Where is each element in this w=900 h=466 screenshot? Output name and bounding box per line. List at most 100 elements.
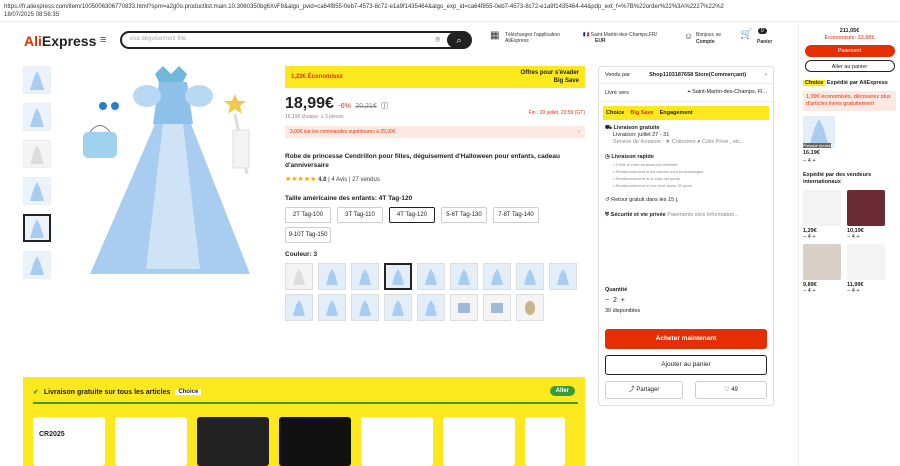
- plus-button[interactable]: +: [856, 234, 859, 240]
- cart-item-qty[interactable]: 4: [852, 234, 855, 240]
- plus-button[interactable]: +: [812, 158, 815, 164]
- menu-icon[interactable]: ≡: [100, 34, 106, 46]
- wishlist-button[interactable]: ♡ 49: [695, 381, 767, 399]
- chevron-right-icon: ›: [765, 72, 767, 78]
- color-swatch[interactable]: [318, 294, 346, 321]
- color-swatch[interactable]: [285, 294, 313, 321]
- thumbnail[interactable]: [23, 140, 51, 168]
- size-option[interactable]: 2T Tag-100: [285, 207, 331, 223]
- cart-item[interactable]: 1,29€ − 4 +: [803, 190, 841, 240]
- product-tile[interactable]: [197, 417, 269, 466]
- cart-item[interactable]: 11,99€ − 4 +: [847, 244, 885, 294]
- add-to-cart-button[interactable]: Ajouter au panier: [605, 355, 767, 375]
- free-shipping-banner: ✔ Livraison gratuite sur tous les articl…: [23, 377, 585, 466]
- thumbnail-list: [23, 66, 53, 288]
- minus-button[interactable]: −: [803, 158, 806, 164]
- cart-item-qty[interactable]: 4: [852, 288, 855, 294]
- search-button[interactable]: ⌕: [447, 32, 471, 48]
- size-option[interactable]: 3T Tag-110: [337, 207, 383, 223]
- return-section[interactable]: ↺ Retour gratuit dans les 15 j.: [599, 192, 773, 207]
- quantity-value[interactable]: 2: [613, 297, 617, 304]
- cart-item[interactable]: Presque épuisé: [803, 116, 835, 148]
- delivery-service: Service de livraison : ★ Colissimo ● Col…: [613, 139, 742, 145]
- plus-button[interactable]: +: [621, 297, 625, 304]
- buy-now-button[interactable]: Acheter maintenant: [605, 329, 767, 349]
- coupon-banner[interactable]: 3,00€ sur les commandes supérieures à 29…: [285, 126, 585, 138]
- minus-button[interactable]: −: [605, 297, 609, 304]
- rating-row[interactable]: ★★★★★ 4.8 | 4 Avis | 27 vendus: [285, 175, 585, 183]
- plus-button[interactable]: +: [812, 288, 815, 294]
- aliexpress-logo[interactable]: AliExpress: [24, 33, 96, 49]
- thumbnail[interactable]: [23, 103, 51, 131]
- cart-item-qty[interactable]: 4: [808, 234, 811, 240]
- share-icon: ⤴: [628, 387, 635, 393]
- minus-button[interactable]: −: [847, 288, 850, 294]
- color-swatch[interactable]: [285, 263, 313, 290]
- color-swatch-selected[interactable]: [384, 263, 412, 290]
- color-swatch[interactable]: [483, 263, 511, 290]
- product-tile[interactable]: [279, 417, 351, 466]
- camera-search-icon[interactable]: ⌾: [435, 35, 440, 45]
- color-swatch[interactable]: [351, 294, 379, 321]
- ship-to-selector[interactable]: 🇫🇷 Saint-Martin-des-Champs,FR/ EUR: [583, 32, 678, 44]
- thumbnail[interactable]: [23, 177, 51, 205]
- size-option-selected[interactable]: 4T Tag-120: [389, 207, 435, 223]
- size-option[interactable]: 9-10T Tag-150: [285, 227, 331, 243]
- flag-fr-icon: 🇫🇷: [583, 32, 590, 38]
- search-input[interactable]: eva déguisement fille ⌾ ⌕: [120, 31, 472, 49]
- free-shipping-section[interactable]: ⛟ Livraison gratuite Livraison: juillet …: [599, 120, 773, 149]
- info-icon[interactable]: ⓘ: [381, 103, 388, 110]
- payment-button[interactable]: Paiement: [804, 45, 895, 57]
- security-title: Sécurité et vie privée: [610, 212, 666, 218]
- security-section[interactable]: ⛨ Sécurité et vie privée Paiements sûrs …: [599, 207, 773, 222]
- product-tile[interactable]: [525, 417, 565, 466]
- color-swatch[interactable]: [450, 294, 478, 321]
- thumbnail[interactable]: [23, 66, 51, 94]
- product-tile[interactable]: [115, 417, 187, 466]
- size-option[interactable]: 5-6T Tag-130: [441, 207, 487, 223]
- color-swatch[interactable]: [450, 263, 478, 290]
- cart-item-price: 16,19€: [803, 150, 820, 156]
- fast-delivery-item: • Remboursement si non livré après 30 jo…: [613, 183, 692, 188]
- cart-item[interactable]: 9,89€ − 4 +: [803, 244, 841, 294]
- product-tile[interactable]: [361, 417, 433, 466]
- plus-button[interactable]: +: [856, 288, 859, 294]
- thumbnail[interactable]: [23, 251, 51, 279]
- color-swatch[interactable]: [483, 294, 511, 321]
- promo-subtitle: Big Save: [553, 78, 579, 84]
- color-swatch[interactable]: [351, 263, 379, 290]
- color-swatch[interactable]: [516, 263, 544, 290]
- minus-button[interactable]: −: [803, 288, 806, 294]
- cart-item-qty[interactable]: 4: [808, 288, 811, 294]
- fast-delivery-section[interactable]: ◷ Livraison rapide • 3,00€ si votre livr…: [599, 149, 773, 192]
- color-swatch[interactable]: [516, 294, 544, 321]
- deliver-row[interactable]: Livré vers ⌖ Saint-Martin-des-Champs, Fl…: [599, 84, 773, 102]
- fast-delivery-item: • Remboursement si les articles sont end…: [613, 169, 704, 174]
- cart-item-qty[interactable]: 4: [808, 158, 811, 164]
- browser-address-bar[interactable]: https://fr.aliexpress.com/item/100500630…: [0, 0, 900, 22]
- url-text: https://fr.aliexpress.com/item/100500630…: [4, 4, 724, 10]
- cart-link[interactable]: 🛒 Panier: [740, 30, 772, 46]
- size-option[interactable]: 7-8T Tag-140: [493, 207, 539, 223]
- product-tile[interactable]: CR2025: [33, 417, 105, 466]
- color-swatch[interactable]: [417, 263, 445, 290]
- cart-item[interactable]: 10,19€ − 4 +: [847, 190, 885, 240]
- go-to-cart-button[interactable]: Aller au panier: [804, 60, 895, 72]
- color-swatch[interactable]: [417, 294, 445, 321]
- minus-button[interactable]: −: [803, 234, 806, 240]
- delivery-date: Livraison: juillet 27 - 31: [613, 132, 670, 138]
- seller-row[interactable]: Vendu par Shop1103187658 Store(Commerçan…: [599, 67, 773, 84]
- plus-button[interactable]: +: [812, 234, 815, 240]
- thumbnail-selected[interactable]: [23, 214, 51, 242]
- product-main-image[interactable]: [75, 64, 275, 286]
- go-button[interactable]: Aller: [549, 386, 575, 396]
- color-swatch[interactable]: [318, 263, 346, 290]
- banner-title: Livraison gratuite sur tous les articles: [43, 388, 171, 396]
- star-rating-icon: ★★★★★: [285, 176, 317, 183]
- color-swatch[interactable]: [384, 294, 412, 321]
- product-tile[interactable]: [443, 417, 515, 466]
- tile-label: CR2025: [39, 431, 65, 438]
- share-button[interactable]: ⤴ Partager: [605, 381, 683, 399]
- minus-button[interactable]: −: [847, 234, 850, 240]
- color-swatch[interactable]: [549, 263, 577, 290]
